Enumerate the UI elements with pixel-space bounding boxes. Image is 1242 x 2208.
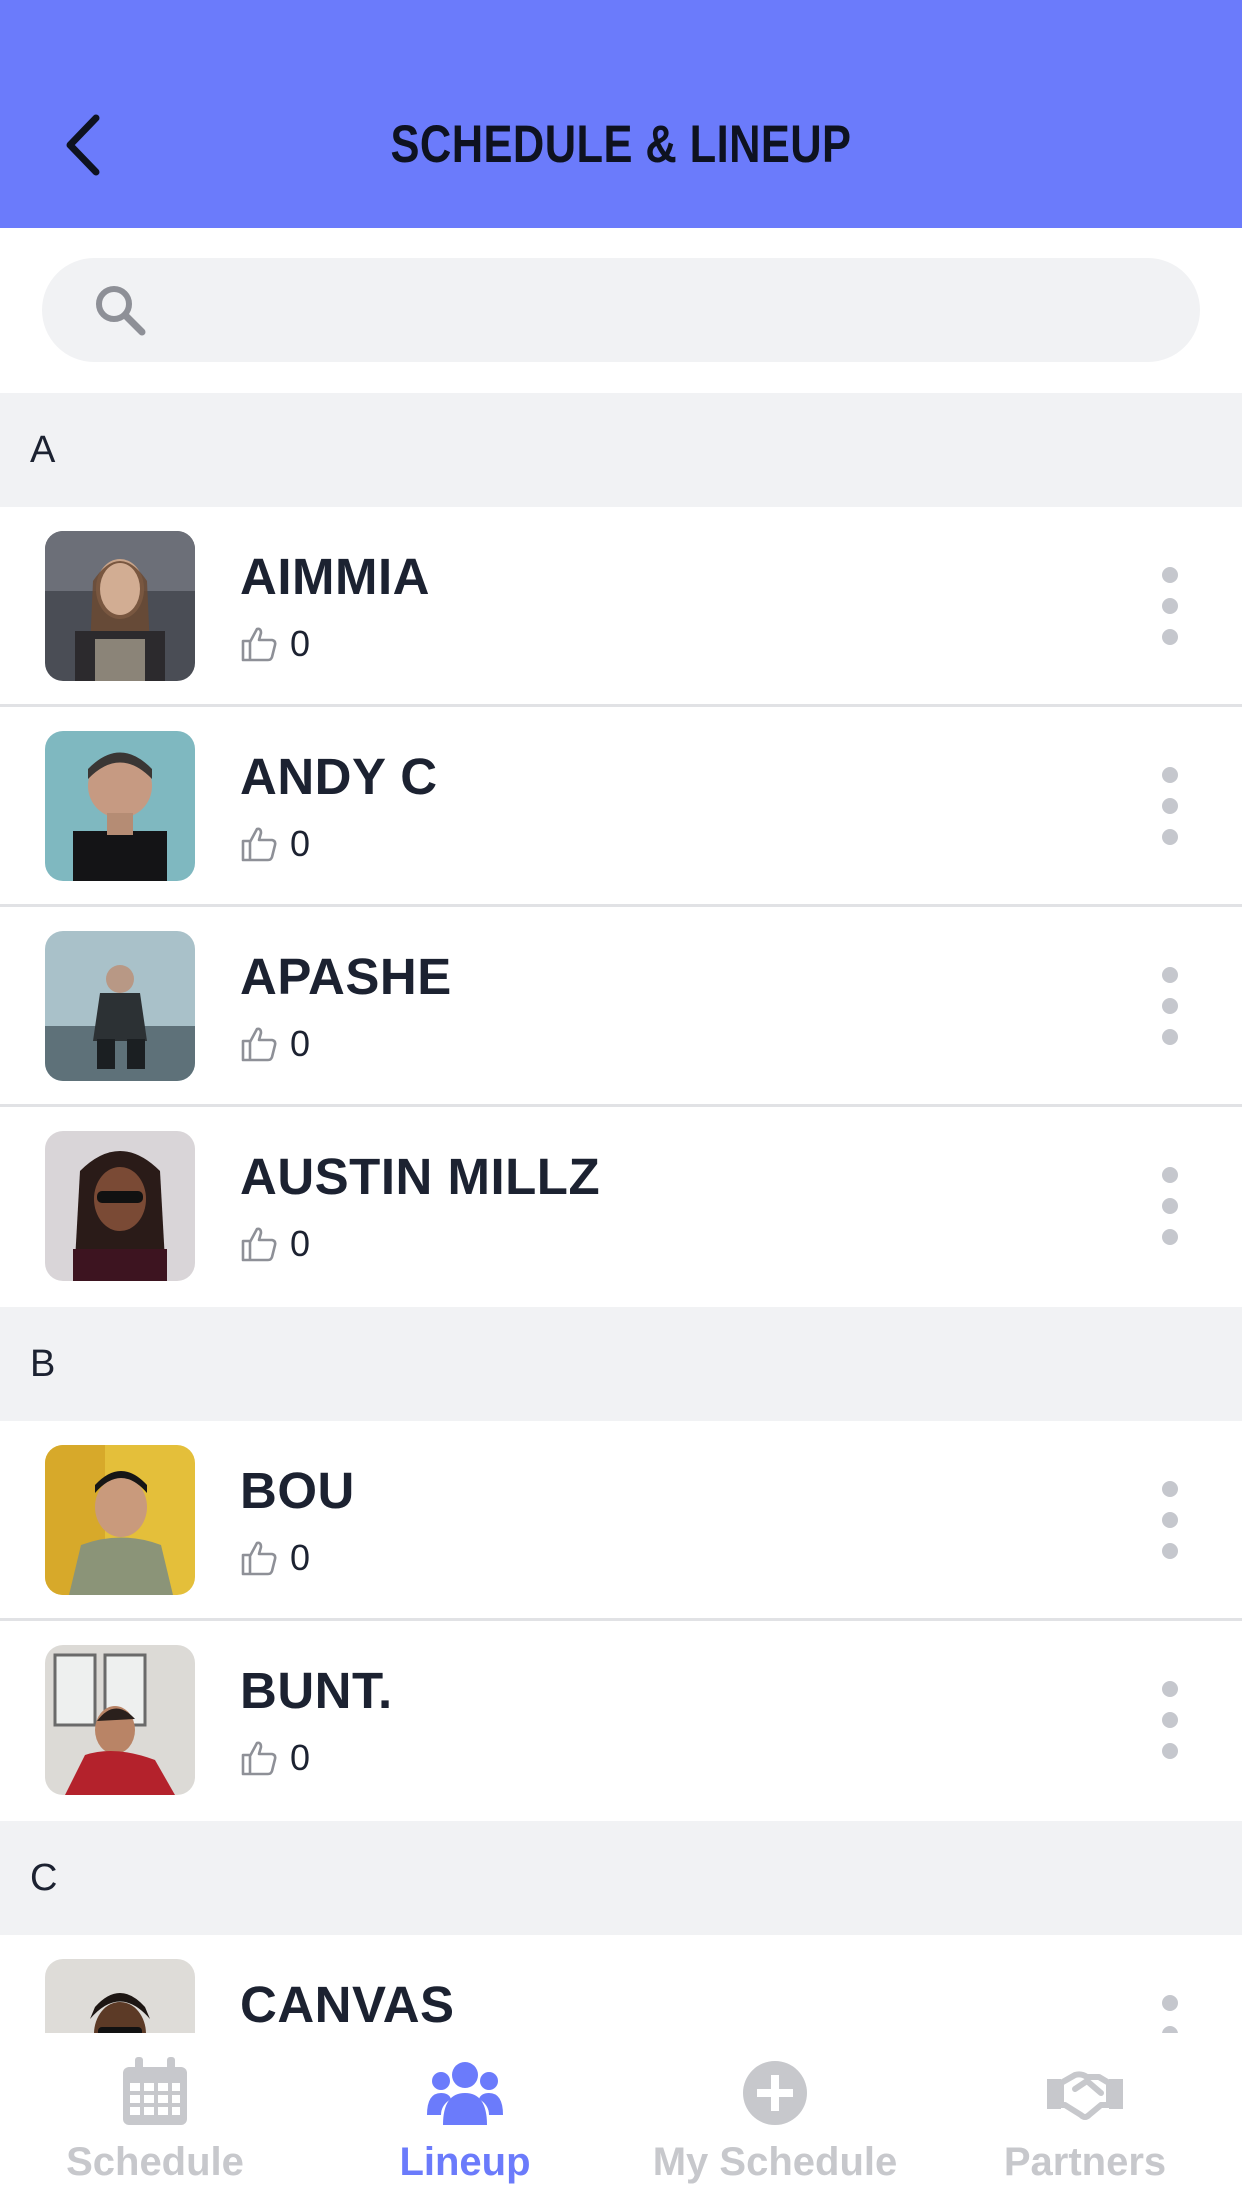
artist-name: AIMMIA — [240, 548, 430, 605]
like-count[interactable]: 0 — [240, 822, 310, 866]
thumbs-up-icon — [241, 1027, 277, 1062]
artist-photo — [45, 1131, 195, 1281]
section-letter: C — [30, 1857, 58, 1899]
like-count-value: 0 — [290, 623, 311, 664]
search-bar-container — [0, 228, 1242, 393]
artist-name: BOU — [240, 1462, 355, 1519]
like-count-value: 0 — [290, 1223, 311, 1264]
artist-photo — [45, 931, 195, 1081]
artist-photo — [45, 531, 195, 681]
thumbs-up-icon — [241, 1227, 277, 1262]
artist-row-aimmia[interactable]: AIMMIA 0 — [0, 507, 1242, 707]
search-input[interactable] — [172, 258, 1156, 364]
tab-label: Lineup — [399, 2140, 531, 2184]
like-count-value: 0 — [290, 1537, 311, 1578]
chevron-left-icon — [66, 114, 100, 176]
like-count[interactable]: 0 — [240, 1022, 310, 1066]
more-options-button[interactable] — [1158, 967, 1182, 1047]
tab-label: Schedule — [66, 2140, 244, 2184]
more-options-button[interactable] — [1158, 1481, 1182, 1561]
more-options-button[interactable] — [1158, 567, 1182, 647]
tab-schedule[interactable]: Schedule — [0, 2033, 310, 2208]
group-icon — [427, 2062, 503, 2125]
artist-name: ANDY C — [240, 748, 438, 805]
section-header-c: C — [0, 1821, 1242, 1935]
artist-photo — [45, 1959, 195, 2033]
artist-photo — [45, 1445, 195, 1595]
artist-row-andy-c[interactable]: ANDY C 0 — [0, 707, 1242, 907]
artist-row-bunt[interactable]: BUNT. 0 — [0, 1621, 1242, 1821]
artist-name: AUSTIN MILLZ — [240, 1148, 601, 1205]
like-count-value: 0 — [290, 1737, 311, 1778]
like-count-value: 0 — [290, 823, 311, 864]
lineup-list[interactable]: A AIMMIA 0 ANDY C 0 APASHE 0 AUSTIN MILL… — [0, 393, 1242, 2033]
artist-name: CANVAS — [240, 1976, 455, 2033]
section-letter: B — [30, 1343, 56, 1385]
artist-row-bou[interactable]: BOU 0 — [0, 1421, 1242, 1621]
artist-name: BUNT. — [240, 1662, 393, 1719]
like-count[interactable]: 0 — [240, 1222, 310, 1266]
tab-my-schedule[interactable]: My Schedule — [620, 2033, 930, 2208]
search-field[interactable] — [42, 258, 1200, 364]
more-options-button[interactable] — [1158, 1995, 1182, 2033]
calendar-icon — [123, 2057, 187, 2125]
bottom-tab-bar: Schedule Lineup My Schedule Partners — [0, 2033, 1242, 2208]
plus-circle-icon — [743, 2061, 807, 2125]
thumbs-up-icon — [241, 627, 277, 662]
tab-partners[interactable]: Partners — [930, 2033, 1240, 2208]
back-button[interactable] — [58, 110, 108, 180]
more-options-button[interactable] — [1158, 767, 1182, 847]
artist-row-canvas[interactable]: CANVAS 0 — [0, 1935, 1242, 2033]
tab-label: Partners — [1003, 2140, 1167, 2184]
thumbs-up-icon — [241, 1541, 277, 1576]
section-header-a: A — [0, 393, 1242, 507]
like-count[interactable]: 0 — [240, 1536, 310, 1580]
section-letter: A — [30, 429, 56, 471]
like-count[interactable]: 0 — [240, 1736, 310, 1780]
like-count[interactable]: 0 — [240, 622, 310, 666]
artist-photo — [45, 731, 195, 881]
artist-photo — [45, 1645, 195, 1795]
thumbs-up-icon — [241, 1741, 277, 1776]
app-header: SCHEDULE & LINEUP — [0, 0, 1242, 228]
like-count-value: 0 — [290, 1023, 311, 1064]
handshake-icon — [1047, 2071, 1123, 2120]
page-title: SCHEDULE & LINEUP — [390, 115, 852, 174]
more-options-button[interactable] — [1158, 1681, 1182, 1761]
thumbs-up-icon — [241, 827, 277, 862]
artist-name: APASHE — [240, 948, 452, 1005]
section-header-b: B — [0, 1307, 1242, 1421]
tab-lineup[interactable]: Lineup — [310, 2033, 620, 2208]
artist-row-austin-millz[interactable]: AUSTIN MILLZ 0 — [0, 1107, 1242, 1307]
more-options-button[interactable] — [1158, 1167, 1182, 1247]
search-icon — [96, 286, 146, 336]
artist-row-apashe[interactable]: APASHE 0 — [0, 907, 1242, 1107]
tab-label: My Schedule — [652, 2140, 898, 2184]
